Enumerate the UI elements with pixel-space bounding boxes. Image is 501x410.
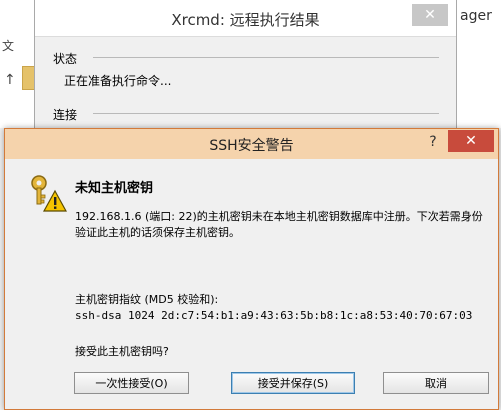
fingerprint-label: 主机密钥指纹 (MD5 校验和): (75, 293, 219, 306)
key-warning-icon (31, 175, 67, 212)
background-explorer-strip: 文 ↑ (0, 0, 36, 128)
connection-section-label: 连接 (53, 108, 78, 122)
xrcmd-titlebar: Xrcmd: 远程执行结果 ✕ (35, 0, 456, 37)
accept-question: 接受此主机密钥吗? (75, 345, 169, 358)
accept-once-button[interactable]: 一次性接受(O) (74, 372, 189, 394)
background-window-title-fragment: ager (460, 8, 492, 24)
xrcmd-result-window: Xrcmd: 远程执行结果 ✕ 状态 正在准备执行命令... 连接 (34, 0, 457, 141)
unknown-host-key-heading: 未知主机密钥 (75, 181, 154, 196)
connection-divider (93, 113, 439, 114)
ssh-security-warning-dialog: SSH安全警告 ? ✕ 未知主机密钥 192.168.1.6 (端口: 22)的… (4, 128, 499, 410)
status-section-label: 状态 (53, 52, 78, 66)
warning-message: 192.168.1.6 (端口: 22)的主机密钥未在本地主机密钥数据库中注册。… (75, 210, 483, 239)
background-text: 文 (2, 39, 15, 53)
cancel-button[interactable]: 取消 (383, 372, 489, 394)
dialog-close-button[interactable]: ✕ (448, 130, 494, 152)
xrcmd-close-button[interactable]: ✕ (412, 4, 448, 26)
status-divider (93, 57, 439, 58)
help-button[interactable]: ? (420, 131, 446, 153)
up-arrow-icon[interactable]: ↑ (4, 72, 16, 88)
fingerprint-value: ssh-dsa 1024 2d:c7:54:b1:a9:43:63:5b:b8:… (75, 309, 473, 322)
accept-and-save-button[interactable]: 接受并保存(S) (231, 372, 355, 394)
status-text: 正在准备执行命令... (64, 74, 172, 88)
dialog-titlebar[interactable]: SSH安全警告 ? ✕ (5, 129, 498, 159)
xrcmd-window-title: Xrcmd: 远程执行结果 (171, 11, 320, 29)
